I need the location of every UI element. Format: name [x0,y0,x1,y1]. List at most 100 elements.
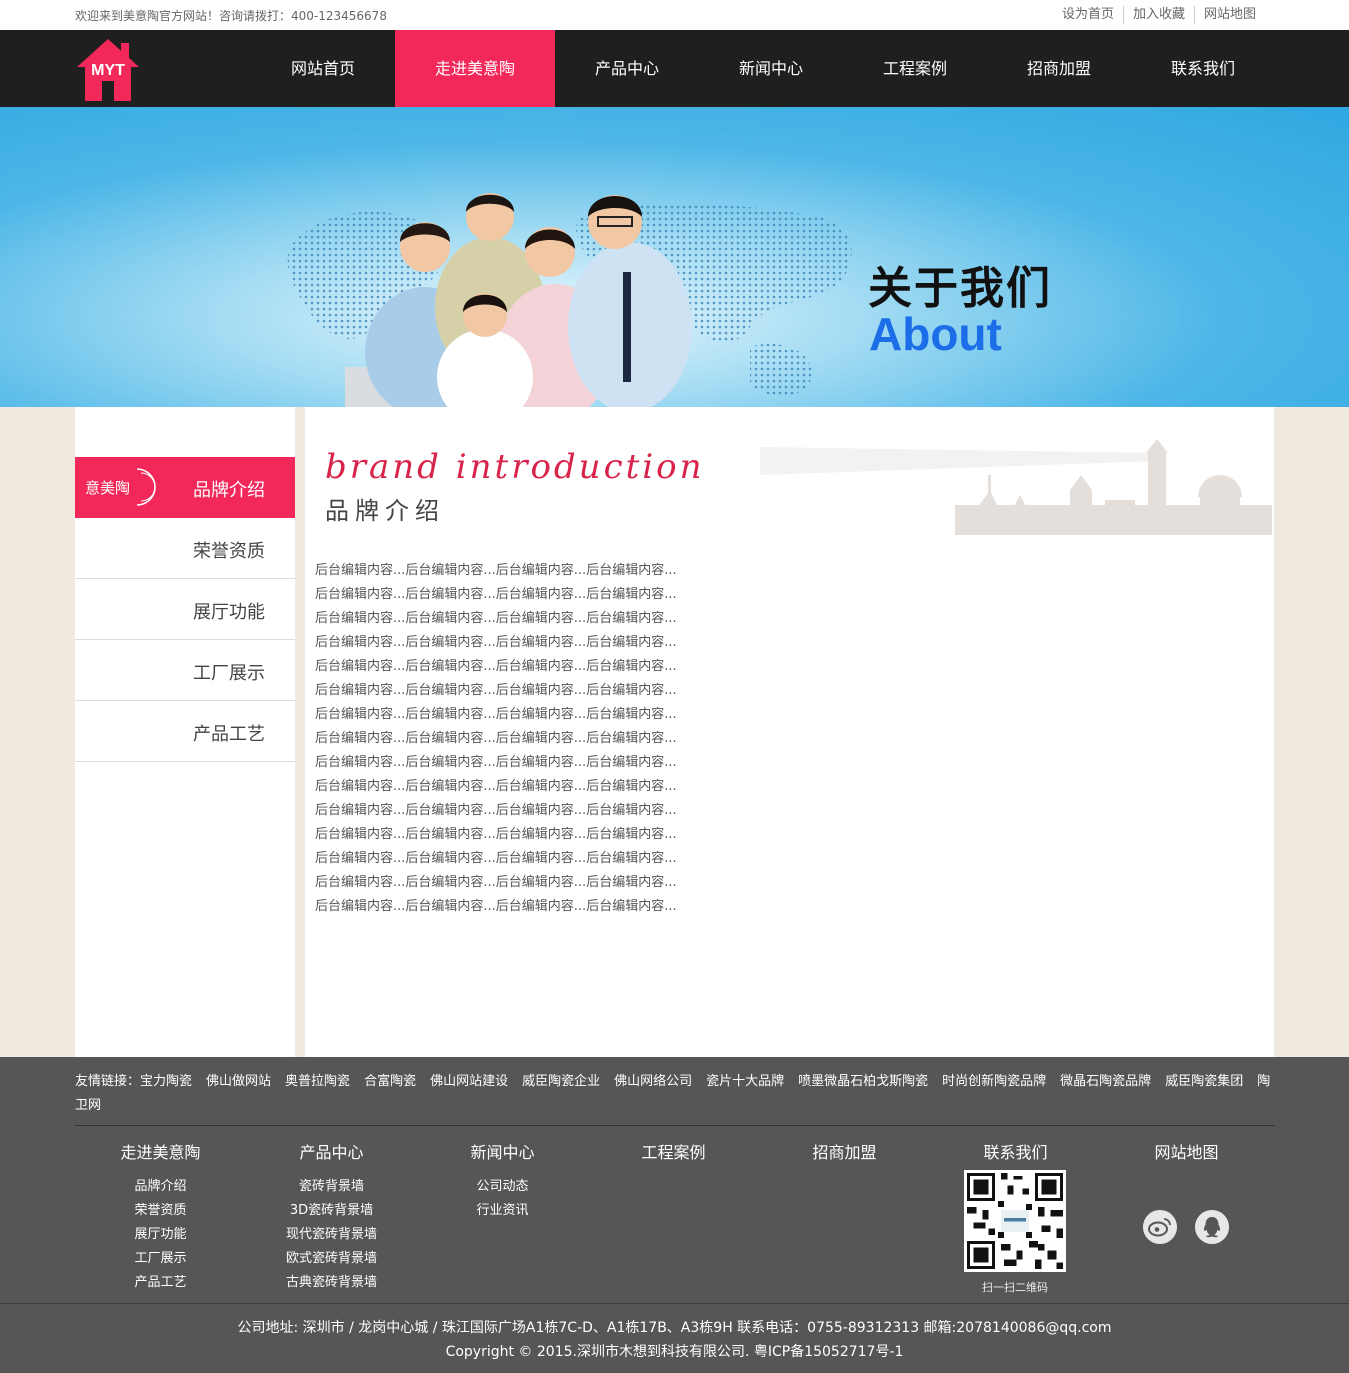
qr-caption: 扫一扫二维码 [982,1281,1048,1294]
banner-title-en: About [869,308,1002,360]
house-logo-icon[interactable]: MYT [75,37,141,103]
footer: 友情链接：宝力陶瓷 佛山做网站 奥普拉陶瓷 合富陶瓷 佛山网站建设 威臣陶瓷企业 佛山网络公… [0,1057,1349,1303]
footer-link[interactable]: 品牌介绍 [75,1175,246,1199]
content-line: 后台编辑内容...后台编辑内容...后台编辑内容...后台编辑内容... [315,803,677,818]
company-address: 公司地址: 深圳市 / 龙岗中心城 / 珠江国际广场A1栋7C-D、A1栋17B… [237,1320,1112,1336]
friend-links: 友情链接：宝力陶瓷 佛山做网站 奥普拉陶瓷 合富陶瓷 佛山网站建设 威臣陶瓷企业 佛山网络公… [75,1070,1275,1118]
content-line: 后台编辑内容...后台编辑内容...后台编辑内容...后台编辑内容... [315,683,677,698]
sidebar-item-label: 荣誉资质 [193,541,265,562]
copyright-text: Copyright © 2015.深圳市木想到科技有限公司. 粤ICP备1505… [445,1344,904,1360]
friend-link[interactable]: 奥普拉陶瓷 [285,1074,350,1089]
nav-item-products[interactable]: 产品中心 [555,30,699,107]
sitemap-link[interactable]: 网站地图 [1193,6,1265,24]
sidebar-item-craft[interactable]: 产品工艺 [75,701,295,762]
nav-item-franchise[interactable]: 招商加盟 [987,30,1131,107]
friend-link[interactable]: 合富陶瓷 [364,1074,416,1089]
content-line: 后台编辑内容...后台编辑内容...后台编辑内容...后台编辑内容... [315,827,677,842]
footer-link[interactable]: 瓷砖背景墙 [246,1175,417,1199]
friend-link[interactable]: 威臣陶瓷集团 [1165,1074,1243,1089]
footer-link[interactable]: 古典瓷砖背景墙 [246,1271,417,1295]
nav-item-home[interactable]: 网站首页 [251,30,395,107]
footer-link[interactable]: 现代瓷砖背景墙 [246,1223,417,1247]
footer-divider [75,1125,1275,1126]
friend-link[interactable]: 微晶石陶瓷品牌 [1060,1074,1151,1089]
content-line: 后台编辑内容...后台编辑内容...后台编辑内容...后台编辑内容... [315,659,677,674]
friend-link[interactable]: 佛山做网站 [206,1074,271,1089]
nav-menu: 网站首页 走进美意陶 产品中心 新闻中心 工程案例 招商加盟 联系我们 [251,30,1275,107]
city-skyline-decoration [760,439,1272,535]
welcome-text: 欢迎来到美意陶官方网站！咨询请拨打：400-123456678 [75,9,387,23]
nav-item-cases[interactable]: 工程案例 [843,30,987,107]
sidebar-item-label: 工厂展示 [193,663,265,684]
footer-col-news: 新闻中心 公司动态 行业资讯 [417,1139,588,1223]
section-heading-cn: 品牌介绍 [325,497,445,525]
footer-col-title[interactable]: 产品中心 [246,1139,417,1163]
qr-code [964,1170,1066,1272]
sidebar-item-brand[interactable]: 意美陶 品牌介绍 [75,457,295,518]
svg-text:意美陶: 意美陶 [85,479,130,497]
main-content: brand introduction 品牌介绍 后台编辑内容...后台编辑内容.… [305,407,1274,1057]
qq-icon[interactable] [1195,1210,1229,1244]
friend-link[interactable]: 威臣陶瓷企业 [522,1074,600,1089]
team-photo [345,193,692,407]
footer-col-products: 产品中心 瓷砖背景墙 3D瓷砖背景墙 现代瓷砖背景墙 欧式瓷砖背景墙 古典瓷砖背… [246,1139,417,1295]
friend-links-label: 友情链接： [75,1074,141,1089]
section-heading-en: brand introduction [325,447,705,487]
footer-col-cases: 工程案例 [588,1139,759,1175]
sidebar-item-honors[interactable]: 荣誉资质 [75,518,295,579]
nav-item-contact[interactable]: 联系我们 [1131,30,1275,107]
sidebar-item-label: 产品工艺 [193,724,265,745]
copyright-bar: 公司地址: 深圳市 / 龙岗中心城 / 珠江国际广场A1栋7C-D、A1栋17B… [0,1303,1349,1373]
content-line: 后台编辑内容...后台编辑内容...后台编辑内容...后台编辑内容... [315,899,677,914]
sidebar-item-factory[interactable]: 工厂展示 [75,640,295,701]
friend-link[interactable]: 佛山网站建设 [430,1074,508,1089]
footer-link[interactable]: 工厂展示 [75,1247,246,1271]
footer-link[interactable]: 荣誉资质 [75,1199,246,1223]
footer-col-franchise: 招商加盟 [759,1139,930,1175]
sidebar-item-label: 品牌介绍 [193,480,265,501]
footer-link[interactable]: 欧式瓷砖背景墙 [246,1247,417,1271]
content-line: 后台编辑内容...后台编辑内容...后台编辑内容...后台编辑内容... [315,755,677,770]
friend-link[interactable]: 时尚创新陶瓷品牌 [942,1074,1046,1089]
sidebar-item-showroom[interactable]: 展厅功能 [75,579,295,640]
add-favorite-link[interactable]: 加入收藏 [1122,6,1194,24]
content-line: 后台编辑内容...后台编辑内容...后台编辑内容...后台编辑内容... [315,563,677,578]
footer-link[interactable]: 3D瓷砖背景墙 [246,1199,417,1223]
utility-links: 设为首页 加入收藏 网站地图 [1053,6,1265,24]
nav-item-about[interactable]: 走进美意陶 [395,30,555,107]
content-text: 后台编辑内容...后台编辑内容...后台编辑内容...后台编辑内容... 后台编… [315,559,875,919]
top-utility-bar: 欢迎来到美意陶官方网站！咨询请拨打：400-123456678 设为首页 加入收… [0,0,1349,30]
set-homepage-link[interactable]: 设为首页 [1053,6,1123,24]
content-line: 后台编辑内容...后台编辑内容...后台编辑内容...后台编辑内容... [315,611,677,626]
footer-col-title[interactable]: 走进美意陶 [75,1139,246,1163]
main-nav: MYT 网站首页 走进美意陶 产品中心 新闻中心 工程案例 招商加盟 联系我们 [0,30,1349,107]
footer-col-title[interactable]: 联系我们 [930,1139,1101,1163]
content-line: 后台编辑内容...后台编辑内容...后台编辑内容...后台编辑内容... [315,587,677,602]
content-line: 后台编辑内容...后台编辑内容...后台编辑内容...后台编辑内容... [315,779,677,794]
friend-link[interactable]: 喷墨微晶石柏戈斯陶瓷 [798,1074,928,1089]
content-line: 后台编辑内容...后台编辑内容...后台编辑内容...后台编辑内容... [315,875,677,890]
footer-link[interactable]: 产品工艺 [75,1271,246,1295]
footer-col-title[interactable]: 工程案例 [588,1139,759,1163]
footer-col-about: 走进美意陶 品牌介绍 荣誉资质 展厅功能 工厂展示 产品工艺 [75,1139,246,1295]
brand-emblem-icon: 意美陶 [85,468,156,506]
footer-col-title[interactable]: 网站地图 [1101,1139,1272,1163]
footer-link[interactable]: 展厅功能 [75,1223,246,1247]
friend-link[interactable]: 宝力陶瓷 [140,1074,192,1089]
footer-col-title[interactable]: 招商加盟 [759,1139,930,1163]
weibo-icon[interactable] [1143,1210,1177,1244]
friend-link[interactable]: 瓷片十大品牌 [706,1074,784,1089]
footer-link[interactable]: 行业资讯 [417,1199,588,1223]
content-line: 后台编辑内容...后台编辑内容...后台编辑内容...后台编辑内容... [315,707,677,722]
nav-item-news[interactable]: 新闻中心 [699,30,843,107]
about-banner: 关于我们 About [0,107,1349,407]
sidebar-item-label: 展厅功能 [193,602,265,623]
footer-col-sitemap: 网站地图 [1101,1139,1272,1175]
content-line: 后台编辑内容...后台编辑内容...后台编辑内容...后台编辑内容... [315,851,677,866]
footer-link[interactable]: 公司动态 [417,1175,588,1199]
svg-text:MYT: MYT [91,62,125,79]
content-line: 后台编辑内容...后台编辑内容...后台编辑内容...后台编辑内容... [315,635,677,650]
sidebar: 意美陶 品牌介绍 荣誉资质 展厅功能 工厂展示 产品工艺 [75,407,295,1057]
footer-col-title[interactable]: 新闻中心 [417,1139,588,1163]
friend-link[interactable]: 佛山网络公司 [614,1074,692,1089]
